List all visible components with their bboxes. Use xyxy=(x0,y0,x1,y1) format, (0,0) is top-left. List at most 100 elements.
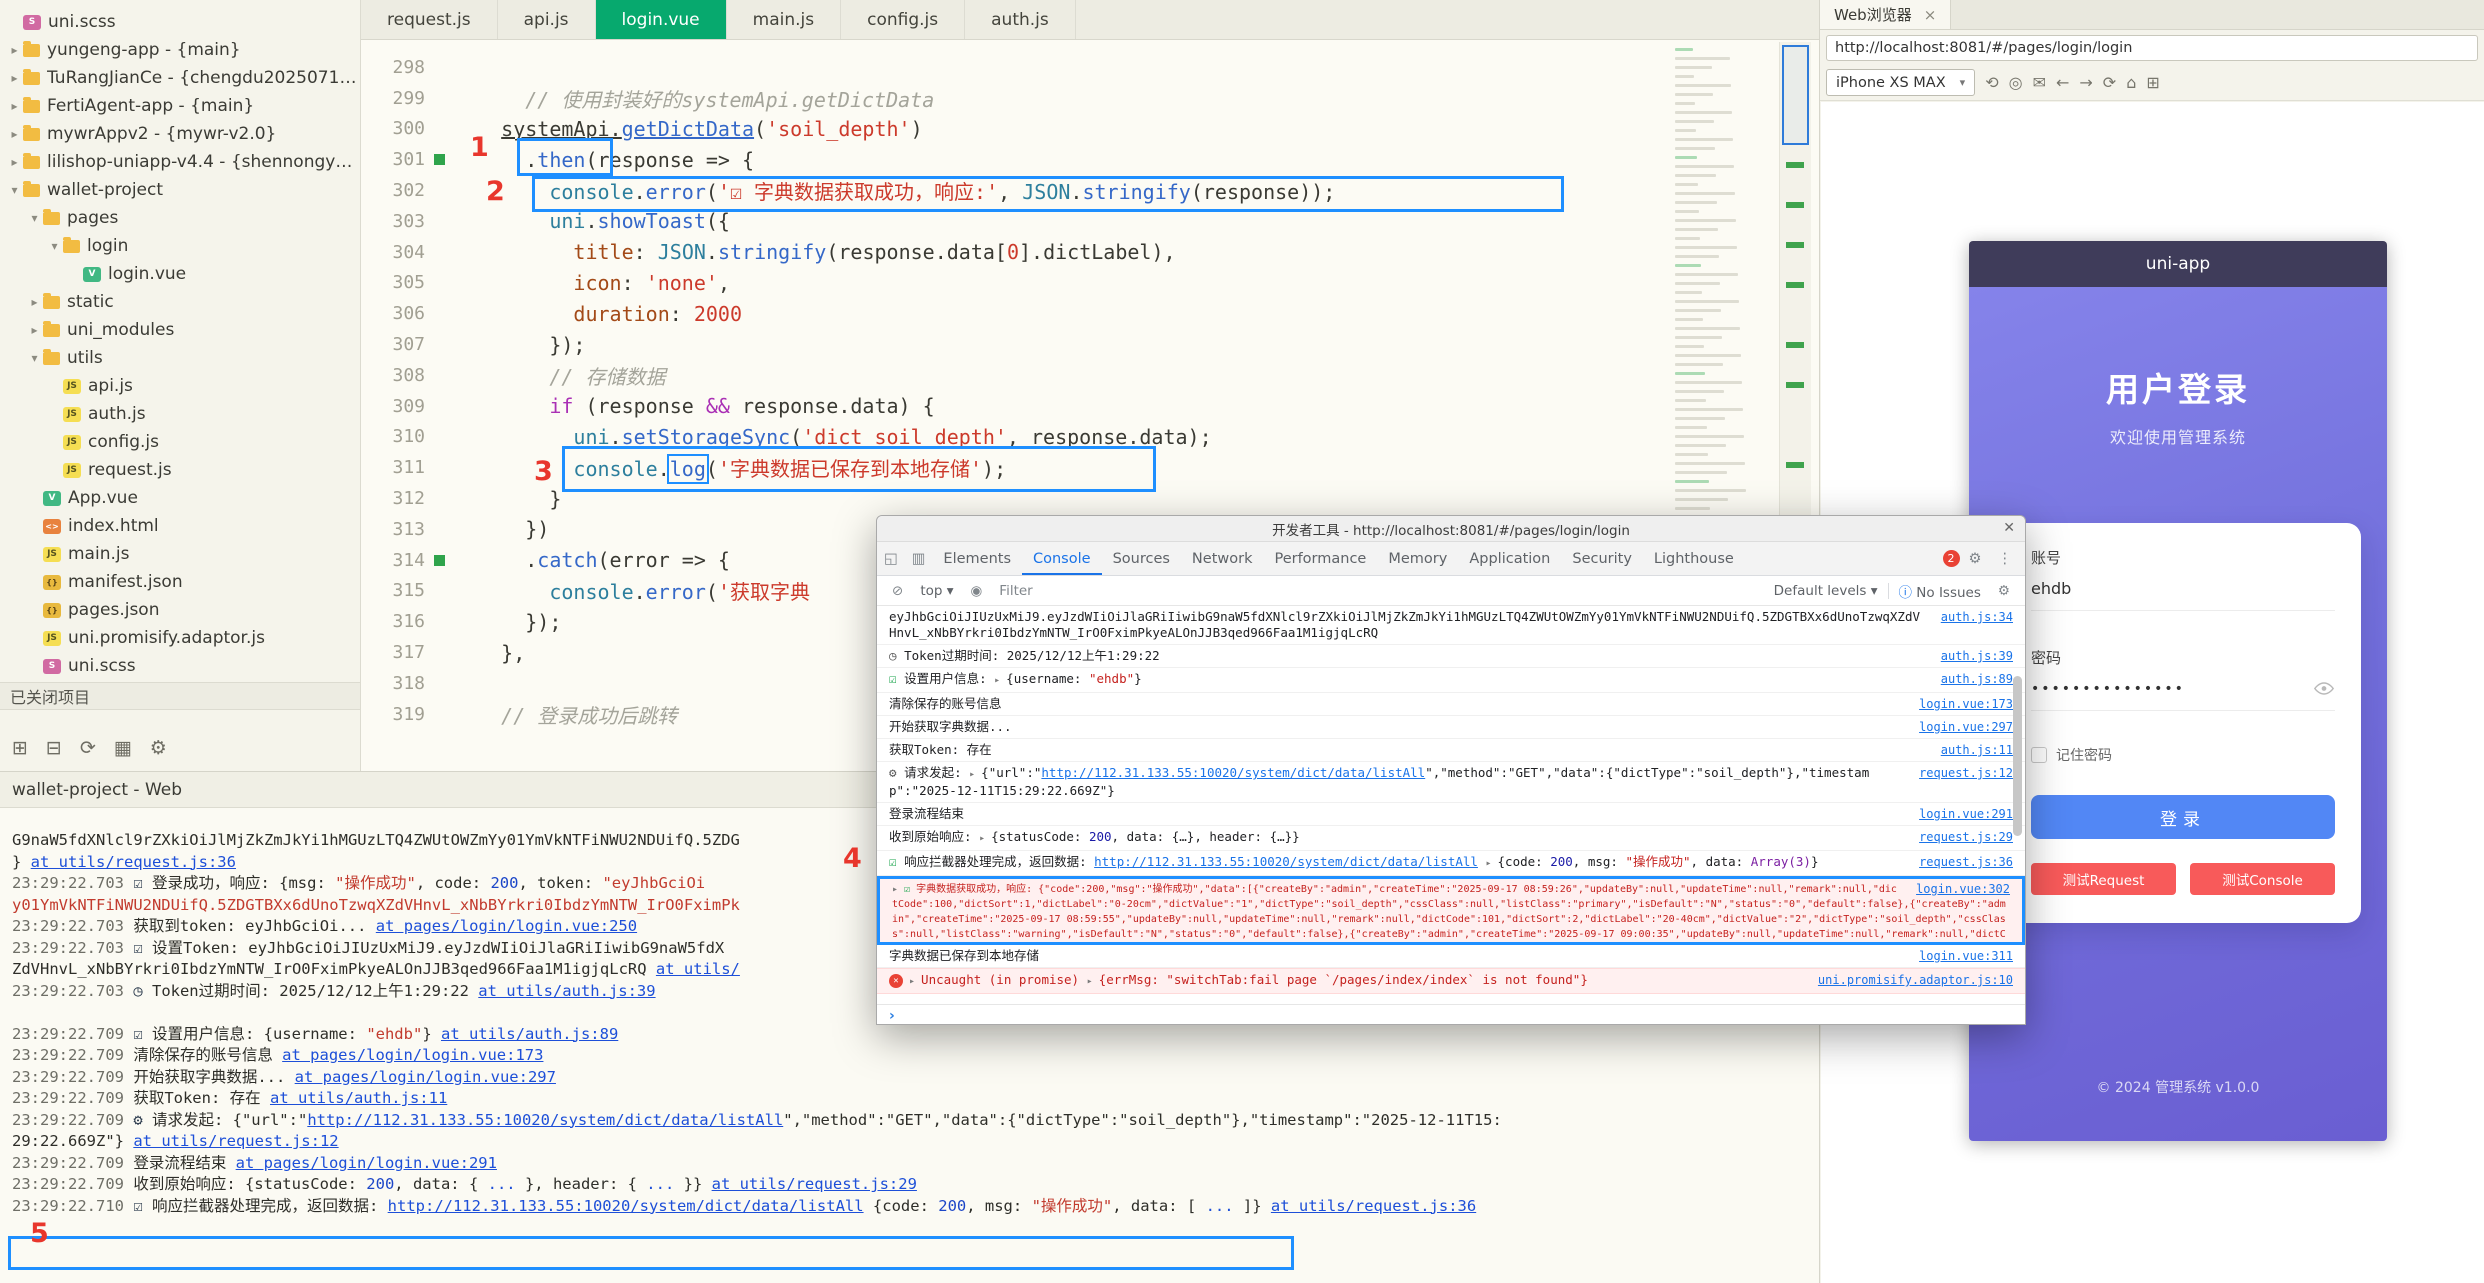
tree-item[interactable]: ▸FertiAgent-app - {main} xyxy=(0,92,360,120)
filter-input[interactable]: Filter xyxy=(999,583,1763,599)
expand-caret-icon[interactable]: ▸ xyxy=(994,675,1006,686)
log-source-link[interactable]: request.js:12 xyxy=(1919,765,2013,781)
chevron-right-icon[interactable]: ▸ xyxy=(6,127,23,141)
devtools-tab-security[interactable]: Security xyxy=(1561,542,1643,575)
console-prompt[interactable]: › xyxy=(877,1004,2025,1026)
refresh-icon[interactable]: ⟳ xyxy=(80,737,96,759)
tree-item[interactable]: ▾utils xyxy=(0,344,360,372)
log-levels-select[interactable]: Default levels ▾ xyxy=(1774,583,1878,599)
expand-caret-icon[interactable]: ▸ xyxy=(909,976,921,987)
console-source-link[interactable]: at utils/auth.js:11 xyxy=(270,1089,447,1107)
console-source-link[interactable]: at pages/login/login.vue:291 xyxy=(236,1154,497,1172)
error-count-badge[interactable]: 2 xyxy=(1943,550,1960,567)
console-settings-icon[interactable]: ⚙ xyxy=(1991,583,2017,599)
log-source-link[interactable]: request.js:36 xyxy=(1919,854,2013,870)
expand-caret-icon[interactable]: ▸ xyxy=(1087,976,1099,987)
console-source-link[interactable]: at utils/request.js:36 xyxy=(1271,1197,1476,1215)
tree-item[interactable]: ▸uni_modules xyxy=(0,316,360,344)
gear-icon[interactable]: ⚙ xyxy=(1962,551,1989,567)
account-input[interactable]: ehdb xyxy=(2031,567,2335,611)
tab-api.js[interactable]: api.js xyxy=(498,0,596,39)
devtools-scrollbar[interactable] xyxy=(2013,676,2022,836)
devtools-tab-console[interactable]: Console xyxy=(1022,542,1102,575)
expand-caret-icon[interactable]: ▸ xyxy=(892,884,904,895)
mail-icon[interactable]: ✉ xyxy=(2029,73,2050,92)
tree-item[interactable]: Suni.scss xyxy=(0,8,360,36)
reload-icon[interactable]: ⟳ xyxy=(2099,73,2120,92)
console-source-link[interactable]: at utils/auth.js:89 xyxy=(441,1025,618,1043)
chevron-down-icon[interactable]: ▾ xyxy=(26,211,43,225)
console-source-link[interactable]: at pages/login/login.vue:297 xyxy=(295,1068,556,1086)
home-icon[interactable]: ⌂ xyxy=(2122,73,2140,92)
browser-tab[interactable]: Web浏览器 × xyxy=(1820,0,1951,29)
device-toolbar-icon[interactable]: ▥ xyxy=(905,551,933,567)
console-source-link[interactable]: at utils/request.js:36 xyxy=(31,853,236,871)
settings-icon[interactable]: ⚙ xyxy=(150,737,167,759)
console-source-link[interactable]: at utils/request.js:29 xyxy=(712,1175,917,1193)
close-icon[interactable]: ✕ xyxy=(2003,520,2015,536)
chevron-down-icon[interactable]: ▾ xyxy=(46,239,63,253)
console-source-link[interactable]: at utils/auth.js:39 xyxy=(478,982,655,1000)
password-input[interactable]: ••••••••••••••• xyxy=(2031,667,2335,711)
log-source-link[interactable]: login.vue:311 xyxy=(1919,948,2013,964)
sync-icon[interactable]: ⟲ xyxy=(1981,73,2002,92)
log-source-link[interactable]: login.vue:297 xyxy=(1919,719,2013,735)
expand-caret-icon[interactable]: ▸ xyxy=(979,833,991,844)
devtools-tab-memory[interactable]: Memory xyxy=(1377,542,1458,575)
tree-item[interactable]: JSauth.js xyxy=(0,400,360,428)
console-source-link[interactable]: http://112.31.133.55:10020/system/dict/d… xyxy=(307,1111,783,1129)
tree-item[interactable]: ▸static xyxy=(0,288,360,316)
tree-item[interactable]: Vlogin.vue xyxy=(0,260,360,288)
devtools-tab-network[interactable]: Network xyxy=(1181,542,1264,575)
devtools-tab-application[interactable]: Application xyxy=(1458,542,1561,575)
expand-caret-icon[interactable]: ▸ xyxy=(969,769,981,780)
tab-main.js[interactable]: main.js xyxy=(727,0,841,39)
checkbox-icon[interactable] xyxy=(2031,747,2047,763)
console-source-link[interactable]: at pages/login/login.vue:173 xyxy=(282,1046,543,1064)
grid-icon[interactable]: ⊞ xyxy=(2142,73,2163,92)
chevron-down-icon[interactable]: ▾ xyxy=(6,183,23,197)
chevron-down-icon[interactable]: ▾ xyxy=(26,351,43,365)
kebab-menu-icon[interactable]: ⋮ xyxy=(1991,551,2020,567)
chevron-right-icon[interactable]: ▸ xyxy=(6,155,23,169)
inspect-icon[interactable]: ◱ xyxy=(877,551,905,567)
tree-item[interactable]: {}pages.json xyxy=(0,596,360,624)
closed-projects-section[interactable]: 已关闭项目 xyxy=(0,682,360,710)
open-folder-icon[interactable]: ⊟ xyxy=(46,737,62,759)
minimap-viewport[interactable] xyxy=(1782,45,1809,145)
live-expression-eye-icon[interactable]: ◉ xyxy=(964,583,990,599)
console-source-link[interactable]: http://112.31.133.55:10020/system/dict/d… xyxy=(388,1197,864,1215)
layout-icon[interactable]: ▦ xyxy=(114,737,132,759)
tree-item[interactable]: ▾login xyxy=(0,232,360,260)
devtools-tab-performance[interactable]: Performance xyxy=(1263,542,1377,575)
tree-item[interactable]: JSapi.js xyxy=(0,372,360,400)
tree-item[interactable]: {}manifest.json xyxy=(0,568,360,596)
tree-item[interactable]: ▸TuRangJianCe - {chengdu20250717} xyxy=(0,64,360,92)
url-input[interactable]: http://localhost:8081/#/pages/login/logi… xyxy=(1826,35,2478,61)
remember-password-row[interactable]: 记住密码 xyxy=(2031,745,2335,765)
tab-login.vue[interactable]: login.vue xyxy=(596,0,727,39)
tree-item[interactable]: ▸mywrAppv2 - {mywr-v2.0} xyxy=(0,120,360,148)
device-select[interactable]: iPhone XS MAX ▾ xyxy=(1826,69,1975,96)
tab-request.js[interactable]: request.js xyxy=(361,0,498,39)
tree-item[interactable]: JSrequest.js xyxy=(0,456,360,484)
tree-item[interactable]: ▾wallet-project xyxy=(0,176,360,204)
tree-item[interactable]: <>index.html xyxy=(0,512,360,540)
chevron-right-icon[interactable]: ▸ xyxy=(6,99,23,113)
url-link[interactable]: http://112.31.133.55:10020/system/dict/d… xyxy=(1094,854,1478,869)
tab-auth.js[interactable]: auth.js xyxy=(965,0,1076,39)
log-source-link[interactable]: login.vue:302 xyxy=(1916,882,2010,897)
log-source-link[interactable]: auth.js:34 xyxy=(1941,609,2013,625)
tree-item[interactable]: JSmain.js xyxy=(0,540,360,568)
log-source-link[interactable]: auth.js:39 xyxy=(1941,648,2013,664)
record-icon[interactable]: ◎ xyxy=(2005,73,2027,92)
tree-item[interactable]: Suni.scss xyxy=(0,652,360,680)
back-icon[interactable]: ← xyxy=(2052,73,2073,92)
new-project-icon[interactable]: ⊞ xyxy=(12,737,28,759)
log-source-link[interactable]: auth.js:89 xyxy=(1941,671,2013,687)
devtools-tab-sources[interactable]: Sources xyxy=(1102,542,1181,575)
no-issues-indicator[interactable]: ⓘ No Issues xyxy=(1899,581,1981,601)
console-source-link[interactable]: at pages/login/login.vue:250 xyxy=(376,917,637,935)
log-source-link[interactable]: login.vue:173 xyxy=(1919,696,2013,712)
devtools-tab-lighthouse[interactable]: Lighthouse xyxy=(1643,542,1745,575)
